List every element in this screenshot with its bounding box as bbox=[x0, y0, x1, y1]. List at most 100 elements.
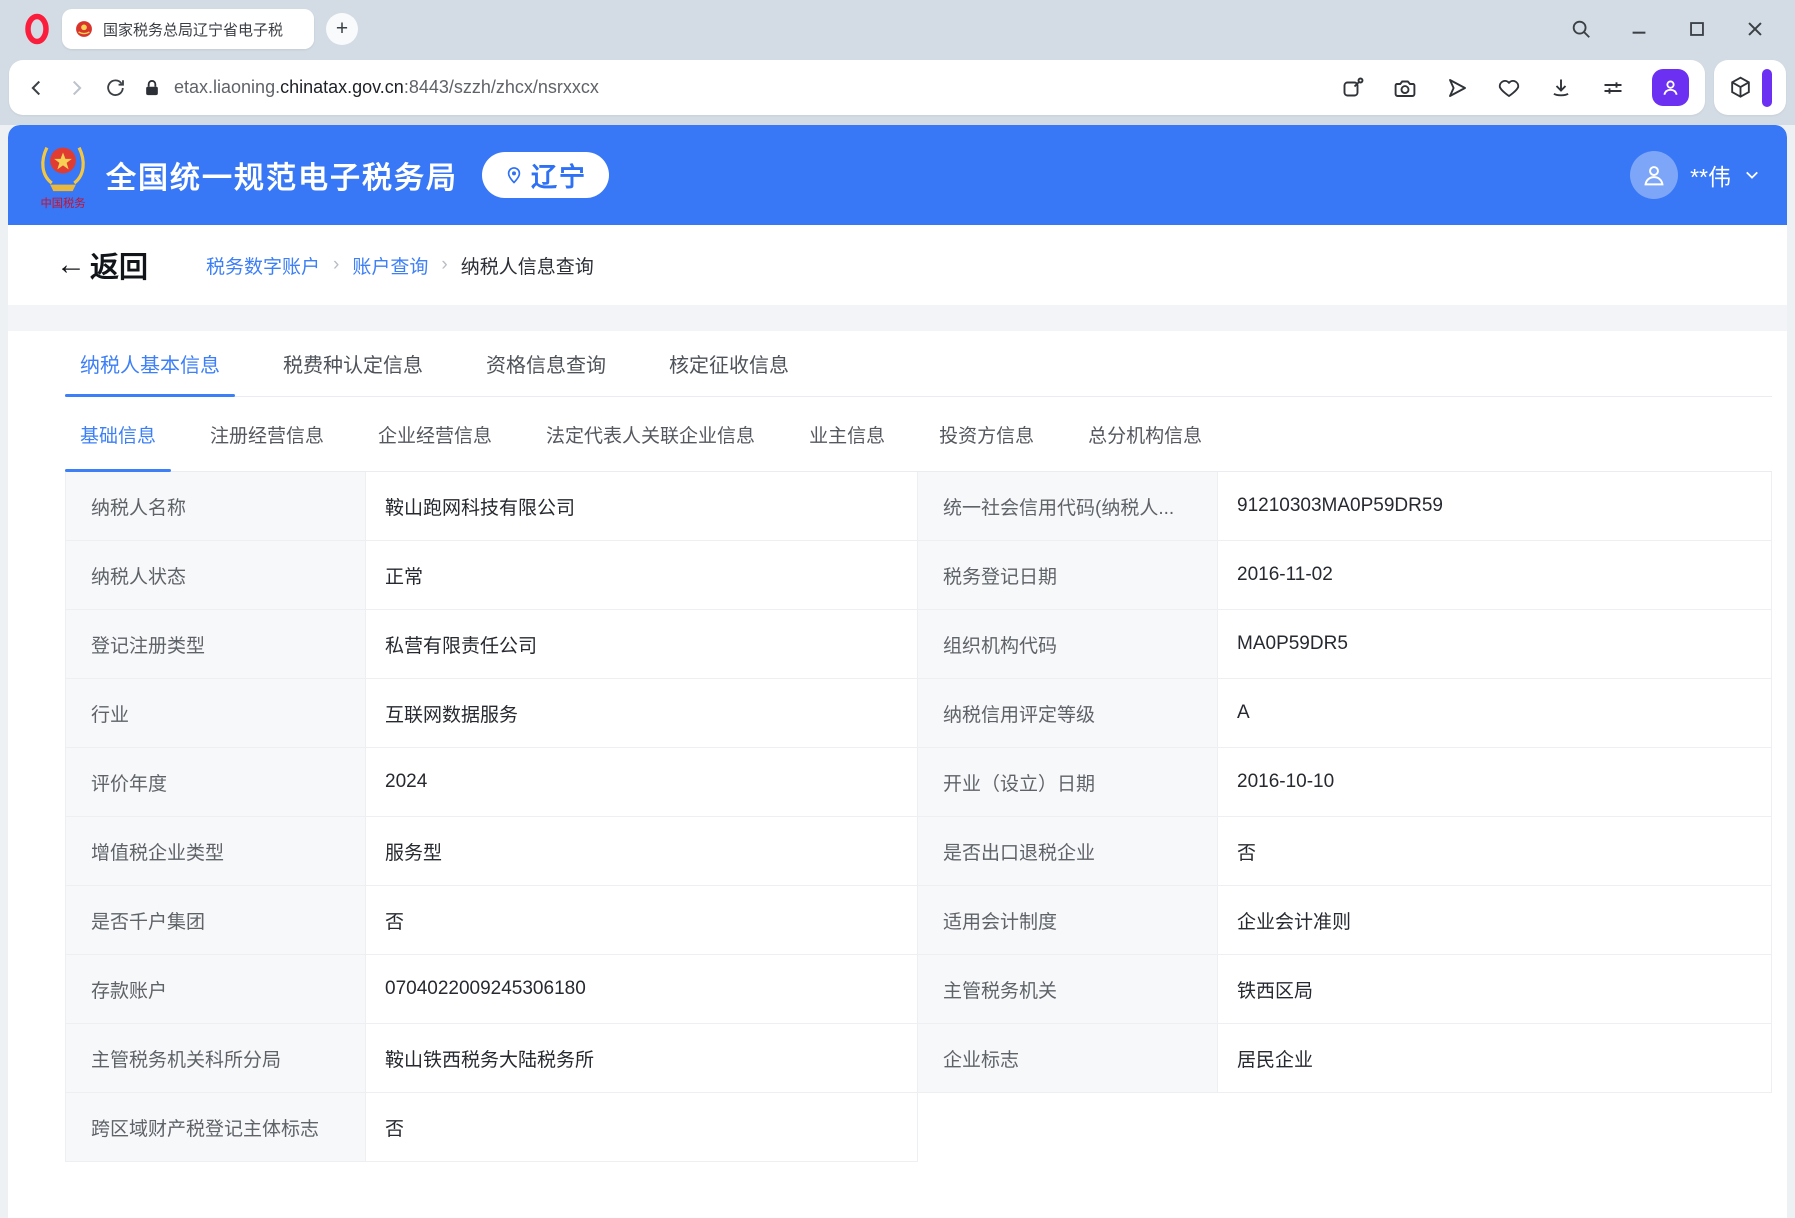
field-value: 鞍山跑网科技有限公司 bbox=[366, 472, 918, 541]
field-label: 纳税信用评定等级 bbox=[918, 679, 1218, 748]
region-selector[interactable]: 辽宁 bbox=[482, 152, 609, 198]
field-label: 开业（设立）日期 bbox=[918, 748, 1218, 817]
pinboard-icon[interactable] bbox=[1340, 75, 1365, 100]
site-title: 全国统一规范电子税务局 bbox=[106, 153, 458, 197]
table-row: 是否千户集团 否 适用会计制度 企业会计准则 bbox=[66, 886, 1772, 955]
site-favicon-icon bbox=[74, 19, 94, 39]
easy-setup-sliders-icon[interactable] bbox=[1600, 75, 1625, 100]
tab-qualification-info-query[interactable]: 资格信息查询 bbox=[471, 331, 621, 396]
profile-button[interactable] bbox=[1652, 69, 1689, 106]
minimize-button[interactable] bbox=[1627, 17, 1651, 41]
back-arrow-icon: ← bbox=[56, 250, 86, 280]
subtab-owner-info[interactable]: 业主信息 bbox=[794, 397, 900, 471]
flow-send-icon[interactable] bbox=[1444, 75, 1469, 100]
field-label: 评价年度 bbox=[66, 748, 366, 817]
location-pin-icon bbox=[504, 164, 524, 186]
opera-logo-icon[interactable] bbox=[22, 11, 52, 47]
field-label: 是否千户集团 bbox=[66, 886, 366, 955]
region-name: 辽宁 bbox=[531, 157, 587, 194]
breadcrumb-separator: › bbox=[333, 254, 339, 276]
address-bar: etax.liaoning.chinatax.gov.cn:8443/szzh/… bbox=[9, 60, 1705, 115]
taxpayer-info-table: 纳税人名称 鞍山跑网科技有限公司 统一社会信用代码(纳税人... 9121030… bbox=[65, 472, 1772, 1162]
user-menu[interactable]: **伟 bbox=[1630, 151, 1761, 199]
empty-cell bbox=[918, 1093, 1218, 1162]
field-value: 企业会计准则 bbox=[1218, 886, 1772, 955]
field-label: 增值税企业类型 bbox=[66, 817, 366, 886]
maximize-button[interactable] bbox=[1685, 17, 1709, 41]
chevron-down-icon bbox=[1743, 166, 1761, 184]
field-value: 91210303MA0P59DR59 bbox=[1218, 472, 1772, 541]
site-header: 中国税务 全国统一规范电子税务局 辽宁 **伟 bbox=[8, 125, 1787, 225]
url-field[interactable]: etax.liaoning.chinatax.gov.cn:8443/szzh/… bbox=[142, 77, 1325, 99]
subtab-basic-info[interactable]: 基础信息 bbox=[65, 397, 171, 471]
field-label: 统一社会信用代码(纳税人... bbox=[918, 472, 1218, 541]
table-row: 存款账户 0704022009245306180 主管税务机关 铁西区局 bbox=[66, 955, 1772, 1024]
table-row: 纳税人状态 正常 税务登记日期 2016-11-02 bbox=[66, 541, 1772, 610]
breadcrumb-row: ← 返回 税务数字账户 › 账户查询 › 纳税人信息查询 bbox=[8, 225, 1787, 305]
back-nav-icon[interactable] bbox=[25, 76, 49, 100]
table-row: 评价年度 2024 开业（设立）日期 2016-10-10 bbox=[66, 748, 1772, 817]
breadcrumb-link-account-query[interactable]: 账户查询 bbox=[352, 252, 428, 279]
field-value: 否 bbox=[366, 886, 918, 955]
subtab-investor-info[interactable]: 投资方信息 bbox=[924, 397, 1049, 471]
field-label: 是否出口退税企业 bbox=[918, 817, 1218, 886]
table-row: 行业 互联网数据服务 纳税信用评定等级 A bbox=[66, 679, 1772, 748]
subtab-registration-business-info[interactable]: 注册经营信息 bbox=[195, 397, 339, 471]
browser-toolbar: etax.liaoning.chinatax.gov.cn:8443/szzh/… bbox=[0, 58, 1795, 125]
svg-text:中国税务: 中国税务 bbox=[40, 196, 85, 210]
forward-nav-icon[interactable] bbox=[64, 76, 88, 100]
field-value: 2024 bbox=[366, 748, 918, 817]
new-tab-button[interactable]: + bbox=[326, 13, 358, 45]
section-divider bbox=[8, 305, 1787, 331]
browser-tab[interactable]: 国家税务总局辽宁省电子税 bbox=[62, 9, 314, 49]
table-row: 登记注册类型 私营有限责任公司 组织机构代码 MA0P59DR5 bbox=[66, 610, 1772, 679]
field-label: 纳税人名称 bbox=[66, 472, 366, 541]
empty-cell bbox=[1218, 1093, 1772, 1162]
breadcrumb-separator: › bbox=[441, 254, 447, 276]
subtab-head-branch-info[interactable]: 总分机构信息 bbox=[1073, 397, 1217, 471]
user-name: **伟 bbox=[1690, 158, 1731, 192]
snapshot-camera-icon[interactable] bbox=[1392, 75, 1417, 100]
back-button[interactable]: ← 返回 bbox=[56, 244, 148, 286]
field-label: 纳税人状态 bbox=[66, 541, 366, 610]
field-value: 互联网数据服务 bbox=[366, 679, 918, 748]
tab-strip: 国家税务总局辽宁省电子税 + bbox=[0, 0, 1795, 58]
browser-tab-title: 国家税务总局辽宁省电子税 bbox=[103, 19, 283, 40]
breadcrumb-link-digital-account[interactable]: 税务数字账户 bbox=[206, 252, 320, 279]
field-value: 私营有限责任公司 bbox=[366, 610, 918, 679]
field-value: 鞍山铁西税务大陆税务所 bbox=[366, 1024, 918, 1093]
tab-tax-fee-type-info[interactable]: 税费种认定信息 bbox=[268, 331, 438, 396]
sidebar-toggle[interactable] bbox=[1762, 69, 1772, 107]
tax-emblem-logo: 中国税务 bbox=[34, 138, 92, 212]
field-label: 主管税务机关 bbox=[918, 955, 1218, 1024]
field-label: 组织机构代码 bbox=[918, 610, 1218, 679]
site-brand: 中国税务 全国统一规范电子税务局 bbox=[34, 138, 458, 212]
field-label: 主管税务机关科所分局 bbox=[66, 1024, 366, 1093]
downloads-icon[interactable] bbox=[1548, 75, 1573, 100]
field-value: 服务型 bbox=[366, 817, 918, 886]
field-value: 0704022009245306180 bbox=[366, 955, 918, 1024]
subtab-enterprise-business-info[interactable]: 企业经营信息 bbox=[363, 397, 507, 471]
field-label: 存款账户 bbox=[66, 955, 366, 1024]
field-value: A bbox=[1218, 679, 1772, 748]
tab-taxpayer-basic-info[interactable]: 纳税人基本信息 bbox=[65, 331, 235, 396]
field-value: 否 bbox=[366, 1093, 918, 1162]
field-value: MA0P59DR5 bbox=[1218, 610, 1772, 679]
avatar bbox=[1630, 151, 1678, 199]
breadcrumb: 税务数字账户 › 账户查询 › 纳税人信息查询 bbox=[206, 252, 594, 279]
close-button[interactable] bbox=[1743, 17, 1767, 41]
primary-tabs: 纳税人基本信息 税费种认定信息 资格信息查询 核定征收信息 bbox=[65, 331, 1772, 397]
field-label: 登记注册类型 bbox=[66, 610, 366, 679]
field-label: 跨区域财产税登记主体标志 bbox=[66, 1093, 366, 1162]
tab-assessed-collection-info[interactable]: 核定征收信息 bbox=[654, 331, 804, 396]
field-value: 2016-11-02 bbox=[1218, 541, 1772, 610]
search-icon[interactable] bbox=[1569, 17, 1593, 41]
reload-icon[interactable] bbox=[103, 76, 127, 100]
field-value: 正常 bbox=[366, 541, 918, 610]
bookmark-heart-icon[interactable] bbox=[1496, 75, 1521, 100]
table-row: 增值税企业类型 服务型 是否出口退税企业 否 bbox=[66, 817, 1772, 886]
extensions-cube-icon[interactable] bbox=[1728, 75, 1753, 100]
subtab-legal-rep-related-enterprise-info[interactable]: 法定代表人关联企业信息 bbox=[531, 397, 770, 471]
table-row: 主管税务机关科所分局 鞍山铁西税务大陆税务所 企业标志 居民企业 bbox=[66, 1024, 1772, 1093]
field-label: 企业标志 bbox=[918, 1024, 1218, 1093]
